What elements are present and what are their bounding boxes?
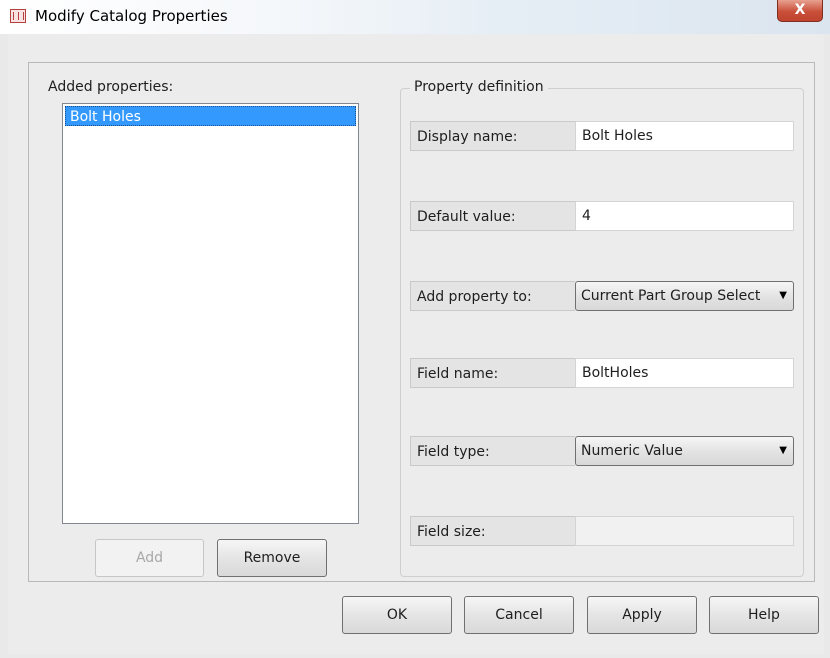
ok-button[interactable]: OK: [342, 596, 452, 634]
field-name-label: Field name:: [410, 358, 575, 388]
default-value-label: Default value:: [410, 201, 575, 231]
apply-button[interactable]: Apply: [587, 596, 697, 634]
cancel-button[interactable]: Cancel: [464, 596, 574, 634]
window-title: Modify Catalog Properties: [35, 7, 228, 25]
chevron-down-icon: ▼: [779, 290, 787, 301]
list-item[interactable]: Bolt Holes: [65, 106, 356, 126]
property-definition-group: [400, 88, 804, 577]
field-type-label: Field type:: [410, 436, 575, 466]
add-property-to-dropdown[interactable]: Current Part Group Selecti ▼: [575, 281, 794, 311]
field-size-label: Field size:: [410, 516, 575, 546]
display-name-field[interactable]: Bolt Holes: [575, 121, 794, 151]
field-size-field[interactable]: [575, 516, 794, 546]
add-button[interactable]: Add: [95, 539, 204, 577]
close-button[interactable]: X: [777, 0, 823, 22]
chevron-down-icon: ▼: [779, 445, 787, 456]
dialog-window: Modify Catalog Properties X Added proper…: [0, 0, 830, 658]
add-property-to-label: Add property to:: [410, 281, 575, 311]
default-value-field[interactable]: 4: [575, 201, 794, 231]
added-properties-list[interactable]: Bolt Holes: [62, 103, 359, 524]
title-bar[interactable]: Modify Catalog Properties X: [0, 0, 830, 34]
remove-button[interactable]: Remove: [217, 539, 327, 577]
field-type-value: Numeric Value: [581, 443, 683, 459]
field-name-field[interactable]: BoltHoles: [575, 358, 794, 388]
added-properties-heading: Added properties:: [48, 79, 174, 95]
property-definition-legend: Property definition: [410, 79, 548, 95]
field-type-dropdown[interactable]: Numeric Value ▼: [575, 436, 794, 466]
add-property-to-value: Current Part Group Selecti: [581, 288, 761, 304]
display-name-label: Display name:: [410, 121, 575, 151]
help-button[interactable]: Help: [709, 596, 819, 634]
catalog-icon: [10, 9, 26, 23]
